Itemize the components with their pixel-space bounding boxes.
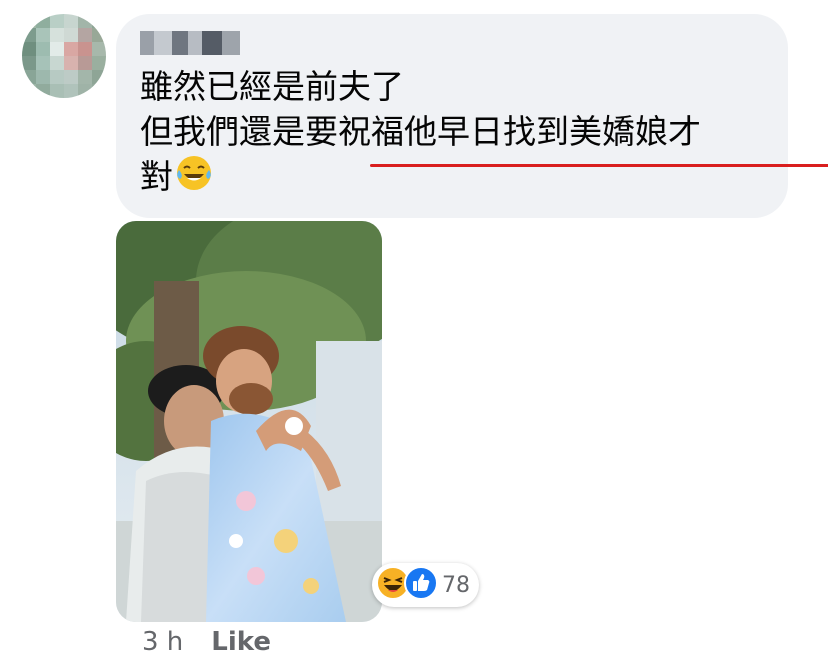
reaction-count: 78 — [442, 572, 470, 598]
comment-line-2: 但我們還是要祝福他早日找到美嬌娘才 — [140, 112, 701, 151]
reactions-summary[interactable]: 78 — [372, 563, 479, 607]
attached-photo[interactable] — [116, 221, 382, 622]
comment-timestamp[interactable]: 3 h — [142, 627, 183, 657]
like-reaction-icon — [404, 566, 438, 604]
commenter-name-blurred[interactable] — [140, 31, 240, 55]
comment-line-1: 雖然已經是前夫了 — [140, 67, 404, 106]
avatar-pixelated-image — [22, 14, 106, 98]
red-underline-annotation — [370, 164, 828, 167]
comment-meta-row: 3 h Like — [142, 624, 271, 660]
like-button[interactable]: Like — [211, 627, 271, 657]
photo-image — [116, 221, 382, 622]
comment-line-3: 對 — [140, 157, 173, 196]
laughing-tears-emoji-icon — [175, 154, 213, 203]
comment-text: 雖然已經是前夫了 但我們還是要祝福他早日找到美嬌娘才 對 — [140, 64, 701, 203]
commenter-avatar[interactable] — [22, 14, 106, 98]
comment-bubble: 雖然已經是前夫了 但我們還是要祝福他早日找到美嬌娘才 對 — [116, 14, 828, 218]
